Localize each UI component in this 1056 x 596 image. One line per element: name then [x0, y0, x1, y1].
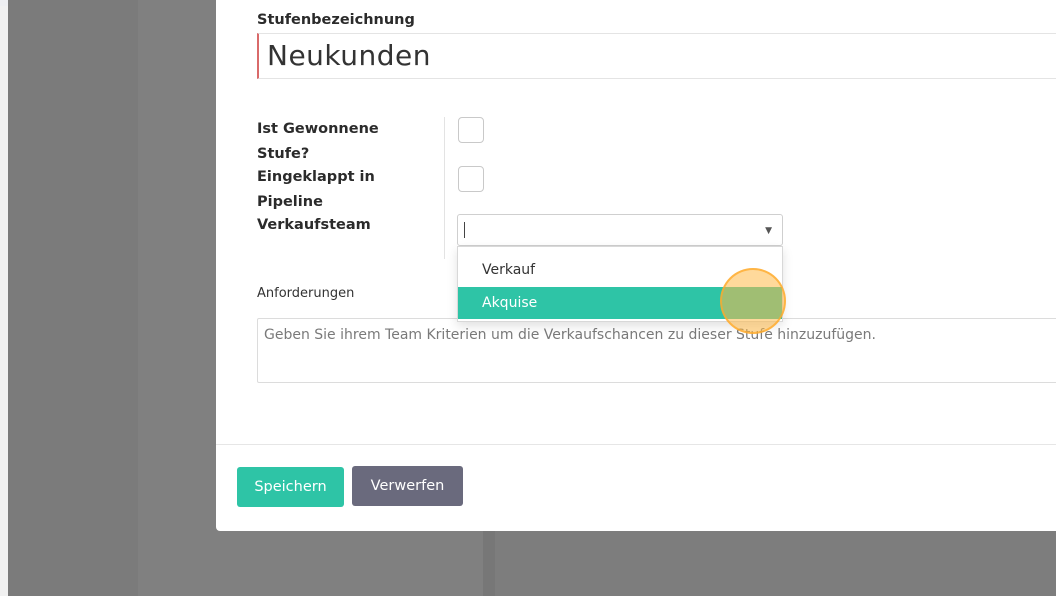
folded-label: Eingeklappt in Pipeline	[257, 165, 375, 215]
stage-form-dialog: Stufenbezeichnung Neukunden Ist Gewonnen…	[216, 0, 1056, 531]
backdrop-left-strip	[0, 0, 8, 596]
footer-divider	[216, 444, 1056, 445]
requirements-textarea[interactable]: Geben Sie ihrem Team Kriterien um die Ve…	[257, 318, 1056, 383]
chevron-down-icon[interactable]: ▼	[765, 226, 772, 236]
label-divider	[444, 117, 445, 259]
sales-team-label: Verkaufsteam	[257, 217, 371, 233]
save-button[interactable]: Speichern	[237, 467, 344, 507]
stage-name-label: Stufenbezeichnung	[257, 12, 415, 28]
sales-team-select[interactable]: ▼	[457, 214, 783, 246]
folded-checkbox[interactable]	[458, 166, 484, 192]
requirements-label: Anforderungen	[257, 286, 355, 301]
is-won-label: Ist Gewonnene Stufe?	[257, 117, 379, 167]
text-caret	[464, 222, 465, 238]
is-won-label-line2: Stufe?	[257, 146, 310, 162]
stage-name-input[interactable]: Neukunden	[257, 33, 1056, 79]
folded-label-line2: Pipeline	[257, 194, 323, 210]
is-won-label-line1: Ist Gewonnene	[257, 121, 379, 137]
is-won-checkbox[interactable]	[458, 117, 484, 143]
folded-label-line1: Eingeklappt in	[257, 169, 375, 185]
click-indicator	[720, 268, 786, 334]
backdrop-panel	[8, 0, 138, 596]
discard-button[interactable]: Verwerfen	[352, 466, 463, 506]
